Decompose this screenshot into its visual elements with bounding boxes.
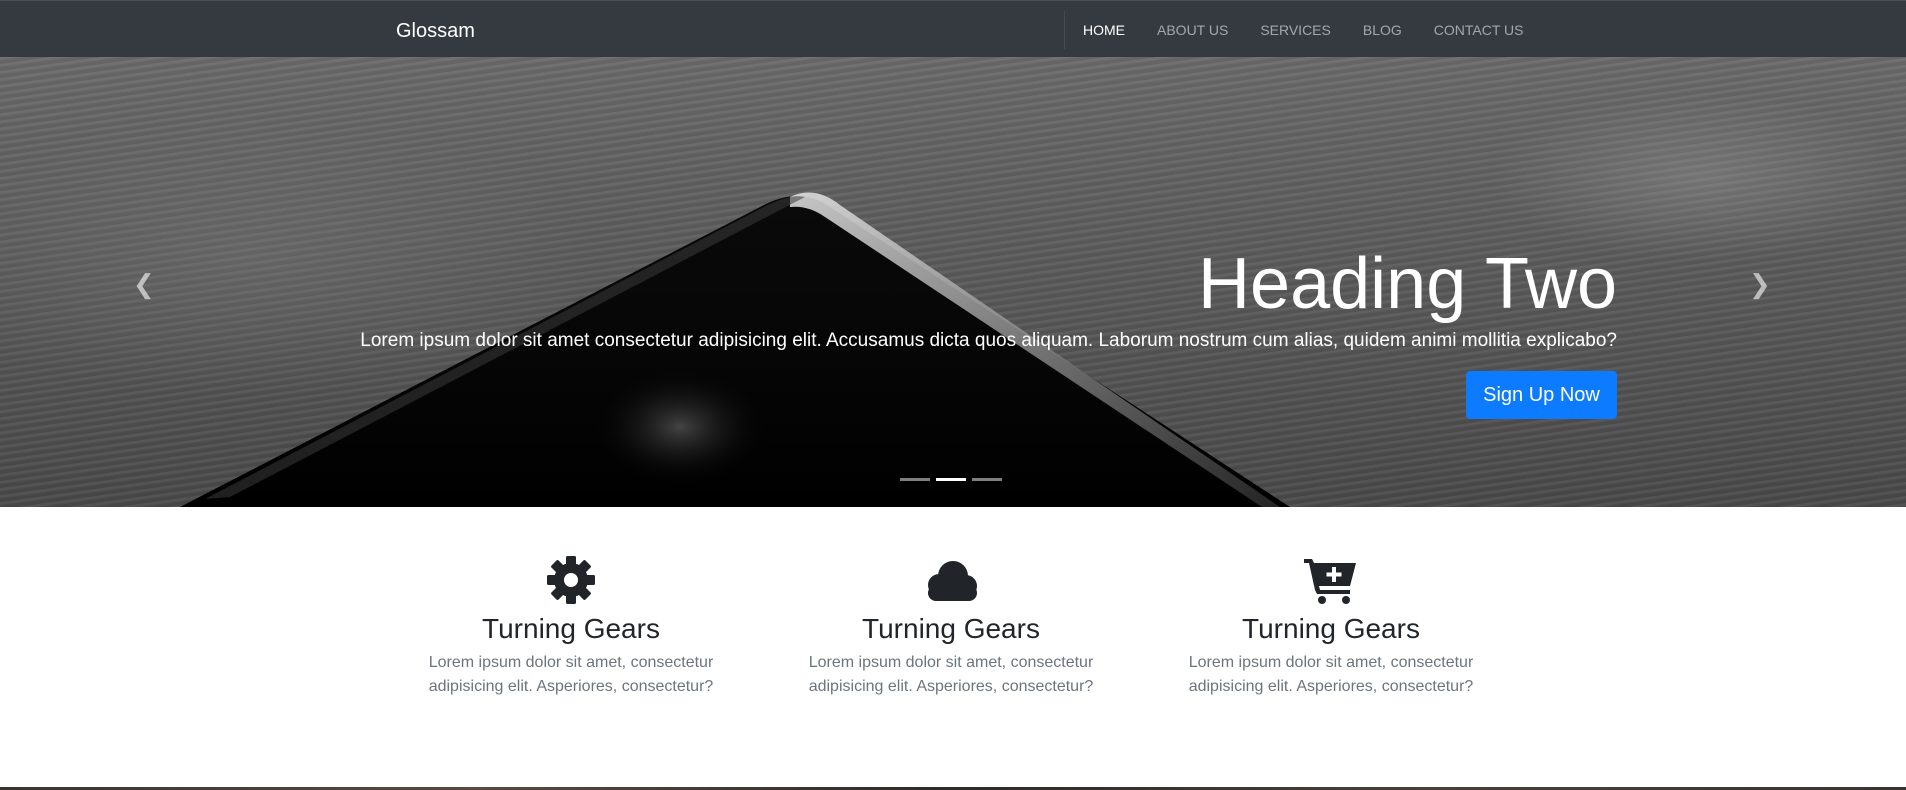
feature-card: Turning Gears Lorem ipsum dolor sit amet… bbox=[1181, 555, 1481, 699]
nav-links: HOME ABOUT US SERVICES BLOG CONTACT US bbox=[1083, 21, 1555, 39]
feature-description: Lorem ipsum dolor sit amet, consectetur … bbox=[428, 654, 714, 695]
hero-heading: Heading Two bbox=[1198, 244, 1617, 324]
feature-card: Turning Gears Lorem ipsum dolor sit amet… bbox=[421, 555, 721, 699]
hero-description: Lorem ipsum dolor sit amet consectetur a… bbox=[360, 330, 1617, 351]
feature-description: Lorem ipsum dolor sit amet, consectetur … bbox=[1188, 654, 1474, 695]
cloud-icon bbox=[928, 561, 977, 601]
nav-link-blog[interactable]: BLOG bbox=[1363, 21, 1402, 39]
nav-divider bbox=[1064, 11, 1065, 49]
cart-plus-icon bbox=[1304, 559, 1356, 604]
feature-title: Turning Gears bbox=[1242, 613, 1420, 644]
hero-background-image bbox=[180, 192, 1290, 507]
carousel-indicator-1[interactable] bbox=[900, 478, 930, 481]
hero-carousel: ❮ ❯ Heading Two Lorem ipsum dolor sit am… bbox=[0, 57, 1906, 507]
navbar: Glossam HOME ABOUT US SERVICES BLOG CONT… bbox=[0, 0, 1906, 57]
carousel-indicator-3[interactable] bbox=[972, 478, 1002, 481]
carousel-next-button[interactable]: ❯ bbox=[1749, 270, 1771, 300]
features-section: Turning Gears Lorem ipsum dolor sit amet… bbox=[0, 507, 1906, 787]
nav-link-services[interactable]: SERVICES bbox=[1260, 21, 1331, 39]
gear-icon bbox=[547, 556, 595, 604]
nav-link-contact-us[interactable]: CONTACT US bbox=[1434, 21, 1524, 39]
carousel-indicators bbox=[900, 478, 1002, 481]
carousel-indicator-2[interactable] bbox=[936, 478, 966, 481]
feature-card: Turning Gears Lorem ipsum dolor sit amet… bbox=[801, 555, 1101, 699]
chevron-right-icon: ❯ bbox=[1749, 270, 1771, 300]
brand-logo[interactable]: Glossam bbox=[396, 19, 475, 43]
chevron-left-icon: ❮ bbox=[133, 270, 155, 300]
nav-link-home[interactable]: HOME bbox=[1083, 21, 1125, 39]
feature-description: Lorem ipsum dolor sit amet, consectetur … bbox=[808, 654, 1094, 695]
carousel-prev-button[interactable]: ❮ bbox=[133, 270, 155, 300]
feature-title: Turning Gears bbox=[862, 613, 1040, 644]
feature-title: Turning Gears bbox=[482, 613, 660, 644]
nav-link-about-us[interactable]: ABOUT US bbox=[1157, 21, 1228, 39]
sign-up-button[interactable]: Sign Up Now bbox=[1466, 371, 1617, 419]
